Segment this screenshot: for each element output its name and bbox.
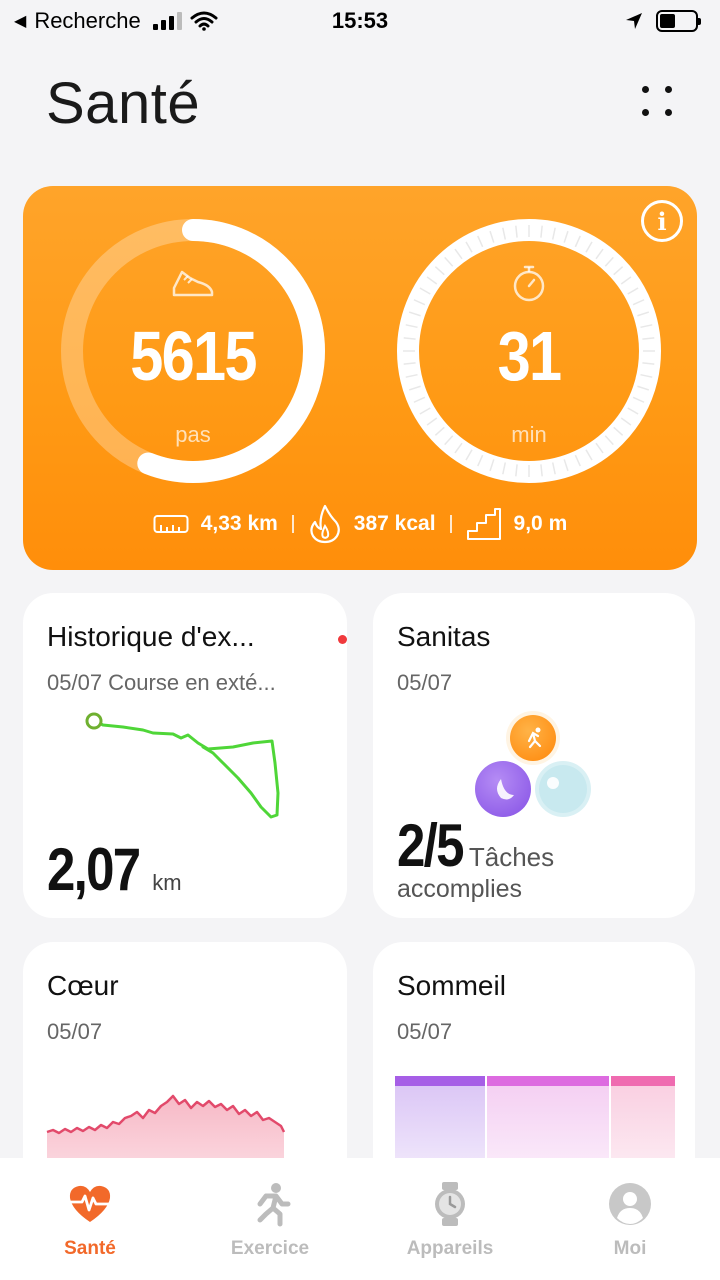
flame-icon: [310, 504, 340, 544]
route-map-icon: [85, 712, 280, 819]
battery-icon: [656, 10, 701, 32]
grid-menu-icon[interactable]: [636, 80, 680, 124]
heart-title: Cœur: [47, 970, 119, 1001]
sanitas-title: Sanitas: [397, 621, 491, 652]
tab-exercice-label: Exercice: [230, 1238, 310, 1259]
page-title: Santé: [46, 71, 201, 136]
distance-metric: 4,33 km: [153, 512, 278, 536]
sanitas-tasks-unit: Tâches: [468, 842, 555, 872]
status-time: 15:53: [331, 8, 389, 33]
bottom-tab-bar: Santé Exercice Appareils Moi: [0, 1158, 720, 1280]
metric-divider: [449, 515, 452, 533]
watch-icon: [435, 1182, 465, 1226]
ruler-icon: [153, 515, 189, 533]
profile-icon: [609, 1183, 651, 1225]
sanitas-tasks-value: 2/5: [397, 812, 465, 879]
shoe-icon: [172, 270, 214, 297]
activity-summary-card[interactable]: i 5615 pas 31 min 4,33 km 387 kcal 9,0 m: [23, 186, 697, 570]
sleep-title: Sommeil: [397, 970, 506, 1001]
tab-moi[interactable]: Moi: [540, 1180, 720, 1260]
metric-divider: [291, 515, 294, 533]
heart-subtitle: 05/07: [47, 1019, 103, 1044]
exercise-history-card[interactable]: Historique d'ex... 05/07 Course en exté.…: [23, 593, 347, 918]
calories-metric: 387 kcal: [308, 504, 436, 544]
calories-value: 387 kcal: [353, 512, 436, 535]
steps-ring[interactable]: 5615 pas: [58, 216, 328, 486]
history-title: Historique d'ex...: [47, 621, 255, 652]
history-subtitle: 05/07 Course en exté...: [47, 670, 276, 695]
wifi-icon: [190, 11, 218, 31]
tab-sante[interactable]: Santé: [0, 1180, 180, 1260]
tab-appareils-label: Appareils: [406, 1238, 494, 1259]
sanitas-tasks-label: accomplies: [397, 875, 523, 903]
back-label: Recherche: [34, 8, 141, 33]
steps-unit: pas: [175, 422, 211, 447]
status-bar: ◀ Recherche 15:53: [0, 0, 720, 42]
tab-appareils[interactable]: Appareils: [360, 1180, 540, 1260]
sanitas-value-row: 2/5 Tâches: [397, 811, 554, 880]
elevation-metric: 9,0 m: [466, 507, 568, 541]
steps-value: 5615: [130, 317, 257, 395]
runner-icon: [257, 1183, 291, 1227]
tab-sante-label: Santé: [64, 1238, 116, 1259]
time-unit: min: [511, 422, 547, 447]
notification-dot: [338, 635, 347, 644]
sanitas-subtitle: 05/07: [397, 670, 453, 695]
heart-pulse-icon: [69, 1185, 111, 1222]
signal-icon: [152, 12, 182, 30]
stopwatch-icon: [513, 265, 545, 302]
back-arrow-icon: ◀: [14, 13, 27, 30]
history-distance-value: 2,07: [47, 836, 141, 903]
history-distance-unit: km: [152, 870, 182, 895]
active-time-ring[interactable]: 31 min: [394, 216, 664, 486]
sleep-subtitle: 05/07: [397, 1019, 453, 1044]
location-arrow-icon: [626, 13, 642, 29]
time-value: 31: [497, 317, 562, 395]
status-left[interactable]: ◀ Recherche: [14, 8, 218, 34]
activity-metrics: 4,33 km 387 kcal 9,0 m: [23, 504, 697, 544]
history-value-row: 2,07 km: [47, 835, 182, 904]
distance-value: 4,33 km: [200, 512, 278, 535]
stairs-icon: [466, 508, 501, 540]
tab-exercice[interactable]: Exercice: [180, 1180, 360, 1260]
sanitas-card[interactable]: Sanitas 05/07 2/5 Tâches accomplies: [373, 593, 695, 918]
elevation-value: 9,0 m: [513, 512, 568, 535]
tab-moi-label: Moi: [613, 1238, 647, 1259]
tasks-bubbles-icon: [475, 711, 591, 817]
